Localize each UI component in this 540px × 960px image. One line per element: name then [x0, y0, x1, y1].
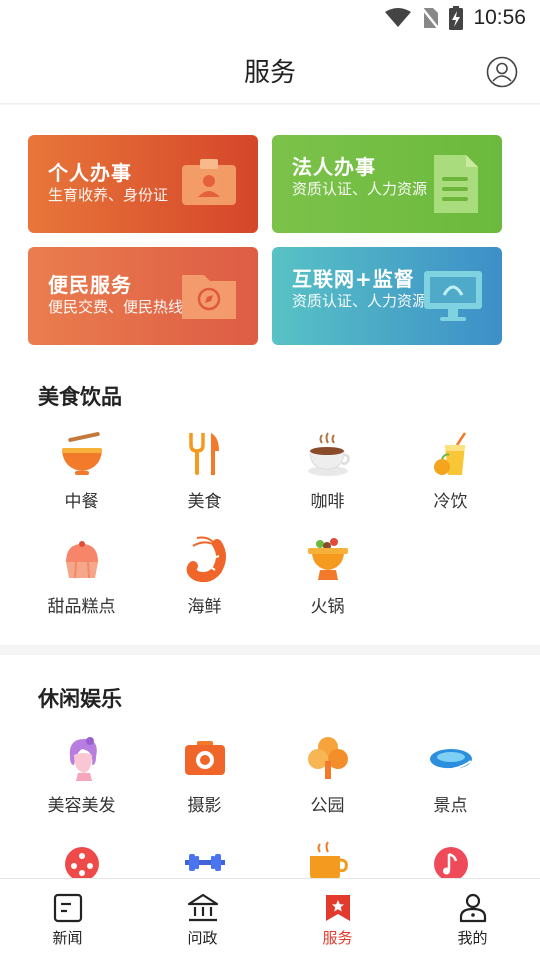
- card-subtitle: 资质认证、人力资源: [292, 292, 428, 310]
- category-label: 美容美发: [47, 796, 116, 816]
- status-time: 10:56: [473, 6, 526, 29]
- card-subtitle: 生育收养、身份证: [48, 186, 169, 204]
- page-title: 服务: [243, 58, 296, 88]
- category-fitness[interactable]: [143, 840, 266, 878]
- category-label: 咖啡: [310, 492, 345, 512]
- category-hotpot[interactable]: 火锅: [266, 536, 389, 641]
- status-icons: 10:56: [385, 5, 526, 31]
- internet-supervision-card[interactable]: 互联网+监督 资质认证、人力资源: [272, 247, 502, 345]
- leisure-panel: 休闲娱乐 美容美发 摄影 公园 景点: [0, 655, 540, 878]
- category-label: 火锅: [310, 597, 345, 617]
- category-label: 景点: [433, 796, 468, 816]
- bottom-tab-bar: 新闻 问政 服务 我的: [0, 878, 540, 960]
- service-icon: [325, 895, 350, 921]
- tea-icon: [309, 841, 348, 878]
- category-beauty[interactable]: 美容美发: [20, 735, 143, 840]
- no-sim-icon: [421, 7, 440, 29]
- category-cold-drinks[interactable]: 冷饮: [389, 431, 512, 536]
- convenience-services-card[interactable]: 便民服务 便民交费、便民热线: [28, 247, 258, 345]
- user-avatar-icon[interactable]: [486, 56, 518, 88]
- category-label: 甜品糕点: [47, 597, 116, 617]
- card-title: 法人办事: [292, 155, 376, 179]
- game-icon: [64, 847, 99, 878]
- category-label: 摄影: [187, 796, 222, 816]
- category-photography[interactable]: 摄影: [143, 735, 266, 840]
- app-header: 服务: [0, 36, 540, 104]
- id-card-icon: [182, 159, 236, 205]
- battery-charging-icon: [449, 6, 464, 30]
- category-label: 中餐: [64, 492, 99, 512]
- category-label: 公园: [310, 796, 345, 816]
- juice-icon: [433, 432, 466, 475]
- music-icon: [433, 847, 468, 878]
- tab-news[interactable]: 新闻: [0, 879, 135, 960]
- leisure-section-title: 休闲娱乐: [38, 687, 122, 711]
- category-seafood[interactable]: 海鲜: [143, 536, 266, 641]
- food-section-title: 美食饮品: [38, 385, 122, 409]
- category-park[interactable]: 公园: [266, 735, 389, 840]
- wifi-icon: [385, 8, 412, 27]
- tree-icon: [307, 737, 348, 779]
- fork-knife-icon: [188, 433, 219, 475]
- shrimp-icon: [186, 536, 226, 582]
- legal-affairs-card[interactable]: 法人办事 资质认证、人力资源: [272, 135, 502, 233]
- camera-icon: [184, 741, 225, 775]
- category-scenic[interactable]: 景点: [389, 735, 512, 840]
- tab-label: 新闻: [52, 929, 83, 947]
- food-grid: 中餐 美食 咖啡 冷饮 甜品糕点 海鲜 火锅: [20, 431, 512, 641]
- leisure-grid: 美容美发 摄影 公园 景点: [20, 735, 512, 878]
- tab-profile[interactable]: 我的: [405, 879, 540, 960]
- profile-icon: [459, 893, 486, 923]
- tab-government[interactable]: 问政: [135, 879, 270, 960]
- service-content[interactable]: 个人办事 生育收养、身份证 法人办事 资质认证、人力资源 便民服务 便民交费、便…: [0, 105, 540, 878]
- card-title: 个人办事: [48, 161, 132, 185]
- category-desserts[interactable]: 甜品糕点: [20, 536, 143, 641]
- monitor-icon: [424, 271, 482, 321]
- beauty-icon: [69, 737, 97, 781]
- personal-affairs-card[interactable]: 个人办事 生育收养、身份证: [28, 135, 258, 233]
- cake-icon: [65, 541, 98, 579]
- category-music[interactable]: [389, 840, 512, 878]
- tab-label: 我的: [457, 929, 488, 947]
- tab-label: 问政: [187, 929, 218, 947]
- category-teahouse[interactable]: [266, 840, 389, 878]
- card-title: 便民服务: [48, 273, 132, 297]
- category-games[interactable]: [20, 840, 143, 878]
- status-bar: 10:56: [0, 0, 540, 36]
- government-icon: [187, 893, 218, 922]
- folder-compass-icon: [182, 275, 236, 319]
- news-icon: [53, 893, 82, 923]
- category-label: 海鲜: [187, 597, 222, 617]
- tab-service[interactable]: 服务: [270, 879, 405, 960]
- category-label: 美食: [187, 492, 222, 512]
- tab-label: 服务: [322, 929, 353, 947]
- card-title: 互联网+监督: [292, 267, 415, 291]
- coffee-cup-icon: [307, 432, 350, 476]
- dumbbell-icon: [184, 854, 225, 871]
- card-subtitle: 资质认证、人力资源: [292, 180, 428, 198]
- noodle-bowl-icon: [61, 432, 102, 475]
- category-gourmet[interactable]: 美食: [143, 431, 266, 536]
- services-panel: 个人办事 生育收养、身份证 法人办事 资质认证、人力资源 便民服务 便民交费、便…: [0, 105, 540, 645]
- service-cards: 个人办事 生育收养、身份证 法人办事 资质认证、人力资源 便民服务 便民交费、便…: [28, 135, 502, 375]
- hotpot-icon: [307, 538, 348, 580]
- card-subtitle: 便民交费、便民热线: [48, 298, 184, 316]
- category-coffee[interactable]: 咖啡: [266, 431, 389, 536]
- category-chinese-food[interactable]: 中餐: [20, 431, 143, 536]
- document-icon: [434, 155, 478, 213]
- scenic-icon: [429, 749, 472, 771]
- category-label: 冷饮: [433, 492, 468, 512]
